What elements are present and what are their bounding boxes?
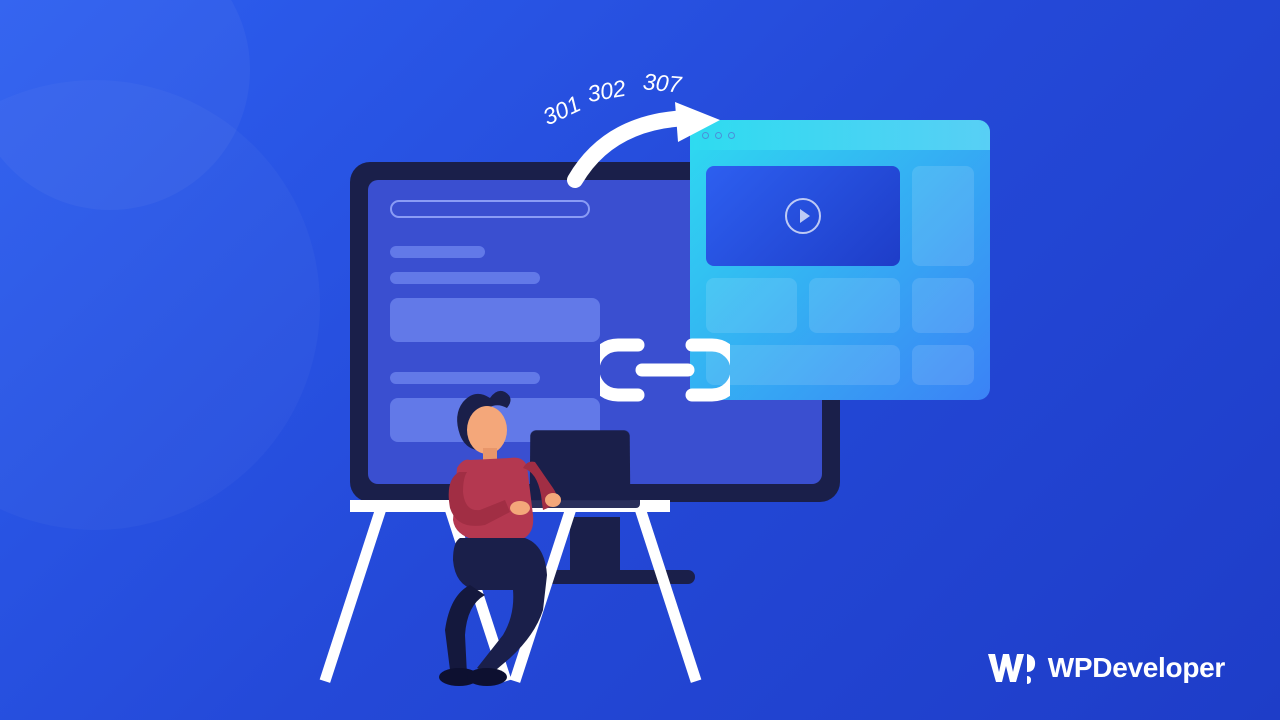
redirect-code: 307 (642, 68, 683, 98)
browser-window-illustration (690, 120, 990, 400)
brand-name: WPDeveloper (1048, 652, 1225, 684)
content-placeholder (390, 272, 540, 284)
redirect-codes: 301 302 307 (530, 70, 681, 97)
background-circle (0, 80, 320, 530)
video-placeholder (706, 166, 900, 266)
brand-logo: WPDeveloper (986, 648, 1225, 688)
arrow-icon (560, 100, 730, 190)
url-bar (390, 200, 590, 218)
sidebar-placeholder (912, 278, 974, 333)
content-placeholder (809, 278, 900, 333)
play-icon (785, 198, 821, 234)
content-placeholder (390, 246, 485, 258)
sidebar-placeholder (912, 345, 974, 385)
person-illustration (415, 380, 655, 690)
table-leg (320, 508, 386, 683)
sidebar-placeholder (912, 166, 974, 266)
content-placeholder (390, 298, 600, 342)
browser-header (690, 120, 990, 150)
wpdeveloper-logo-icon (986, 648, 1038, 688)
content-placeholder (706, 345, 900, 385)
content-placeholder (706, 278, 797, 333)
